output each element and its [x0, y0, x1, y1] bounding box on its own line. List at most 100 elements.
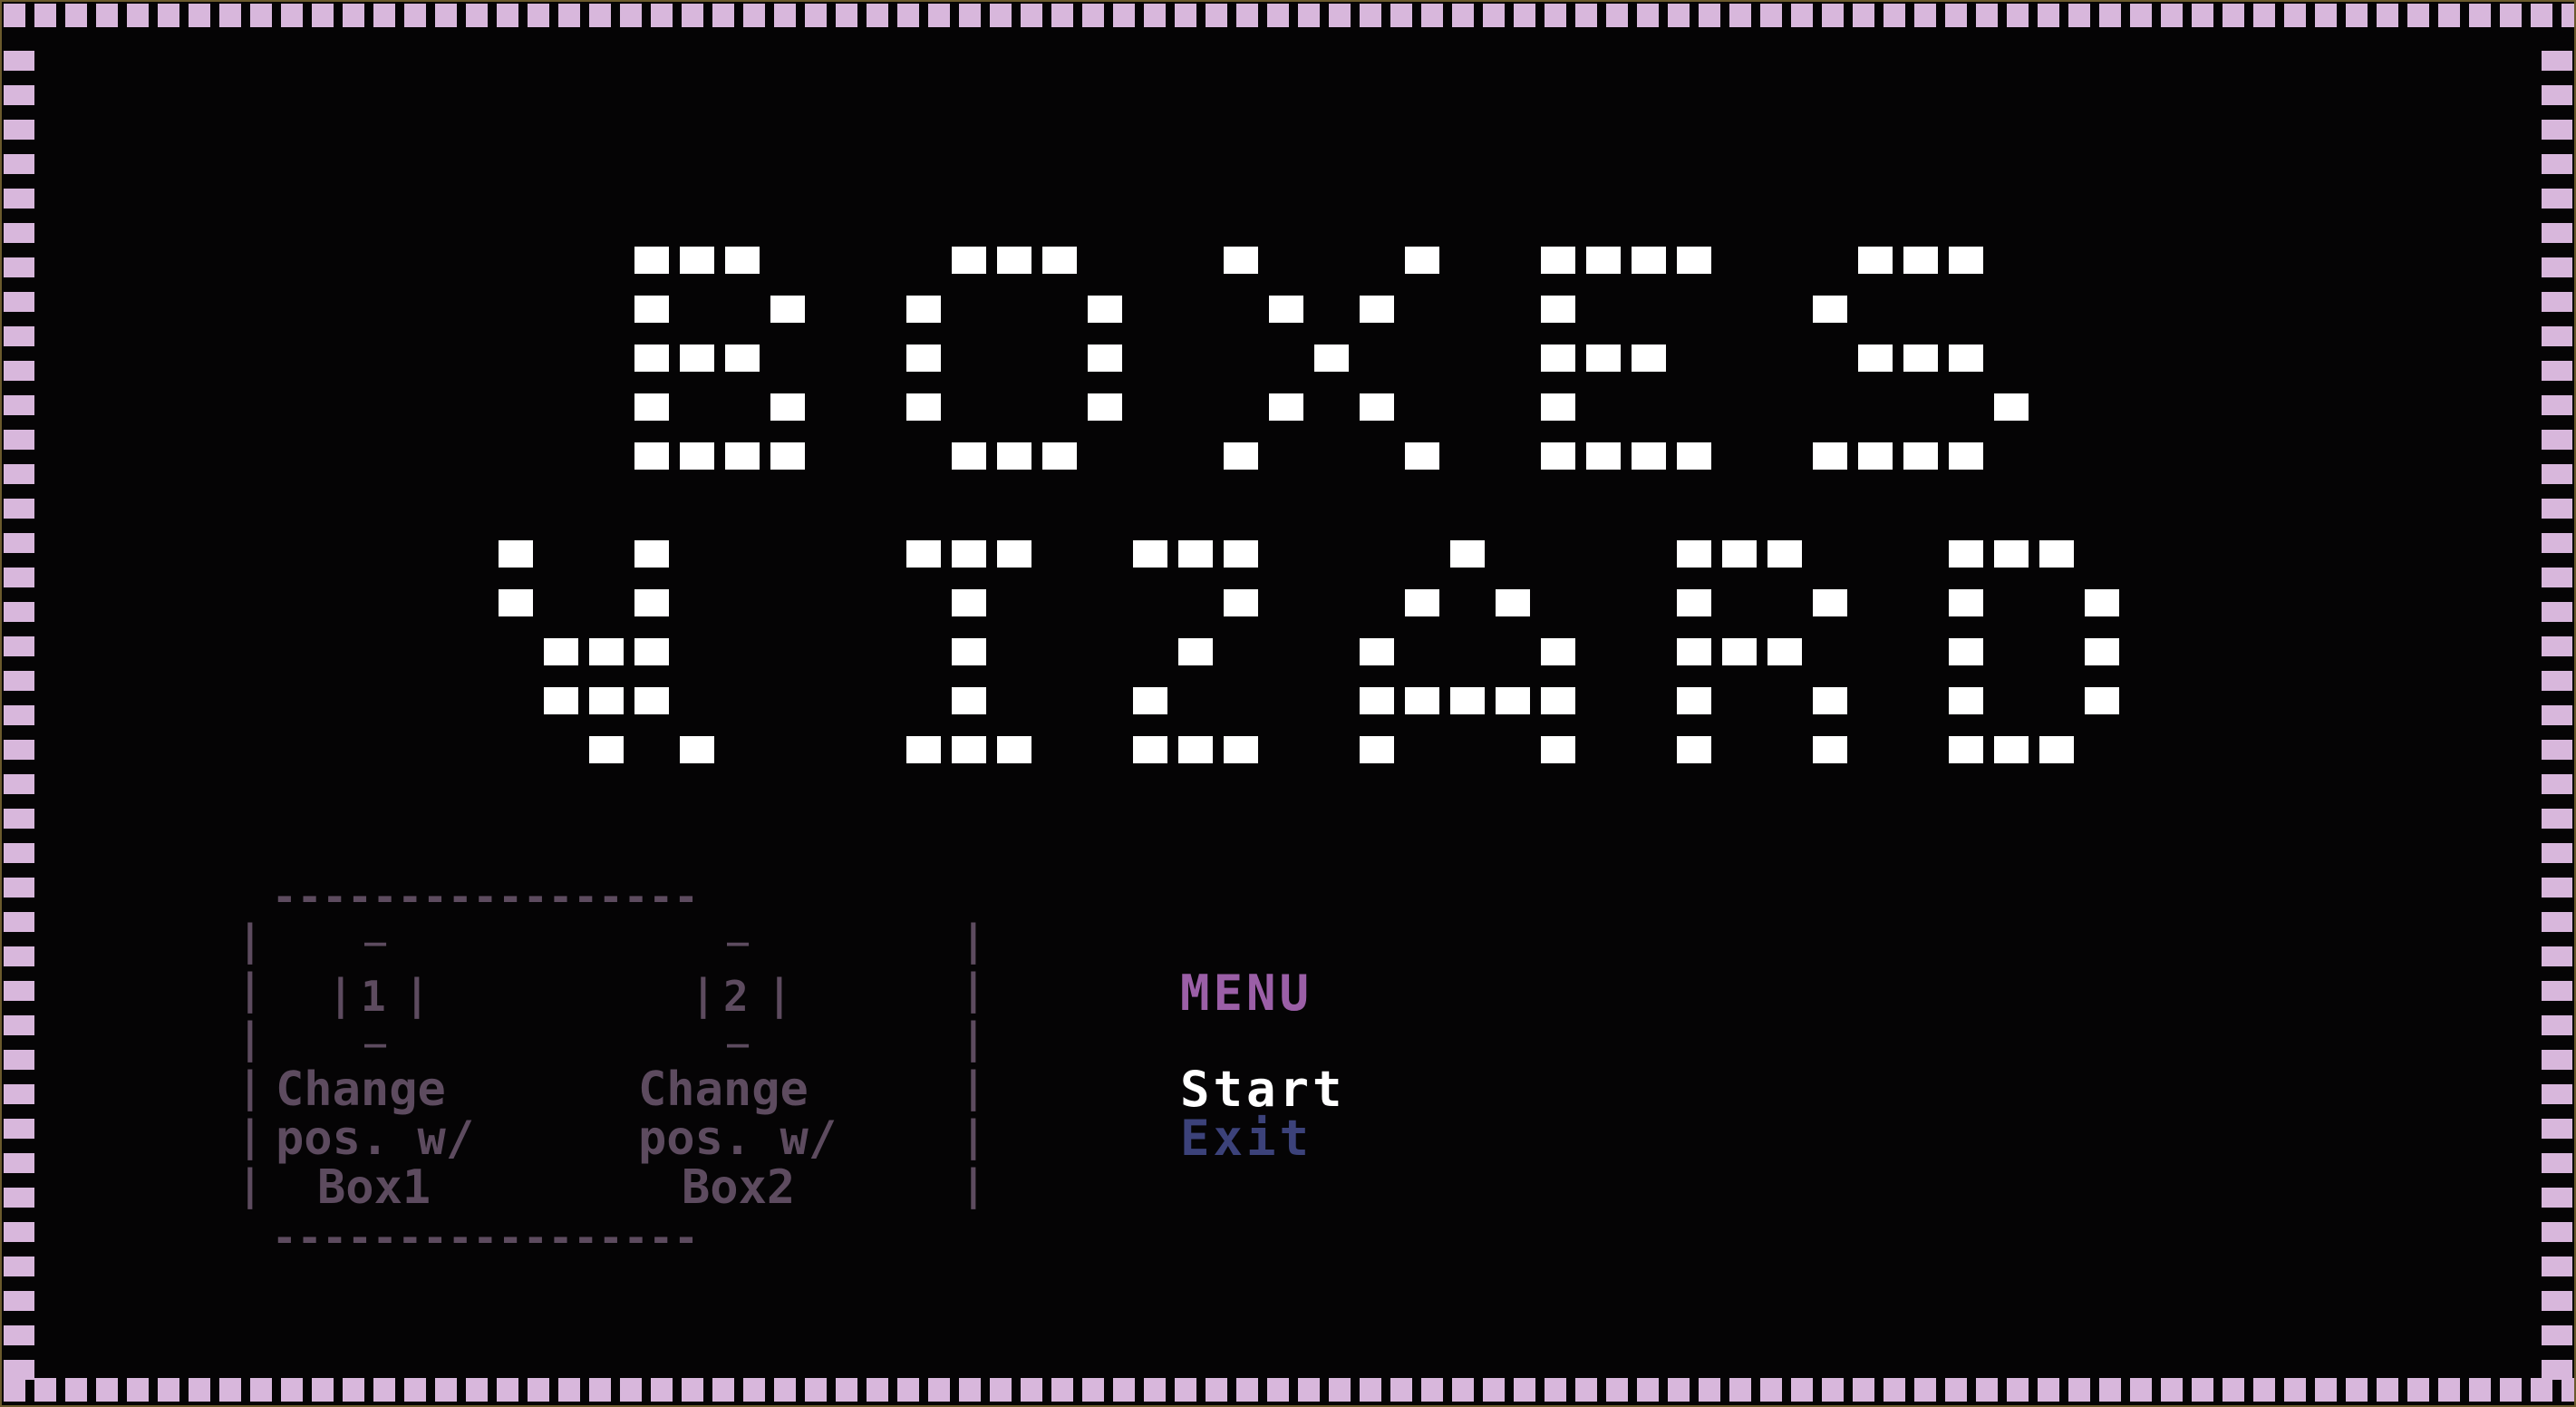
title-pixel [1722, 540, 1757, 568]
title-pixel [1949, 247, 1983, 274]
title-pixel [1088, 344, 1122, 372]
title-pixel [1586, 247, 1621, 274]
title-pixel [997, 247, 1031, 274]
title-pixel [997, 442, 1031, 470]
key2-cap-bottom: _ [727, 1006, 750, 1048]
title-pixel [1450, 540, 1485, 568]
title-pixel [1178, 638, 1213, 665]
title-pixel [1813, 687, 1847, 714]
title-pixel [1360, 687, 1394, 714]
title-pixel [589, 736, 624, 763]
title-pixel [997, 540, 1031, 568]
key1-cap-right: | [404, 970, 430, 1019]
title-pixel [1677, 442, 1711, 470]
key2-desc-line2: pos. w/ [638, 1111, 838, 1166]
title-pixel [1632, 247, 1666, 274]
title-pixel [2085, 687, 2119, 714]
title-pixel [1722, 638, 1757, 665]
title-pixel [544, 638, 578, 665]
title-pixel [499, 589, 533, 616]
key2-desc-line3: Box2 [682, 1160, 796, 1215]
title-pixel [634, 247, 669, 274]
title-pixel [952, 736, 986, 763]
title-pixel [1949, 442, 1983, 470]
title-pixel [770, 393, 805, 421]
title-pixel [2085, 589, 2119, 616]
title-pixel [906, 736, 941, 763]
title-pixel [1360, 638, 1394, 665]
title-pixel [1042, 442, 1077, 470]
title-pixel [1994, 393, 2029, 421]
title-pixel [1858, 247, 1893, 274]
title-pixel [1541, 442, 1575, 470]
key1-cap-left: | [328, 970, 353, 1019]
title-pixel [1405, 247, 1439, 274]
key1-cap-bottom: _ [364, 1006, 387, 1048]
title-pixel [770, 296, 805, 323]
title-pixel [1586, 442, 1621, 470]
game-screen: ----------------- ----------------- | | … [0, 0, 2576, 1407]
title-pixel [1858, 442, 1893, 470]
title-pixel [634, 687, 669, 714]
key1-desc-line1: Change [276, 1063, 446, 1117]
title-pixel [1088, 296, 1122, 323]
key1-desc-line3: Box1 [317, 1160, 431, 1215]
title-pixel [1677, 589, 1711, 616]
key2-cap-top: _ [727, 905, 750, 946]
panel-border-bottom: ----------------- [272, 1213, 699, 1262]
title-pixel [1360, 296, 1394, 323]
title-pixel [1994, 736, 2029, 763]
title-pixel [1949, 638, 1983, 665]
title-pixel [1133, 687, 1167, 714]
title-pixel [906, 296, 941, 323]
title-pixel [680, 344, 714, 372]
title-pixel [1178, 736, 1213, 763]
title-pixel [1903, 247, 1938, 274]
title-pixel [1224, 736, 1258, 763]
title-pixel [1405, 442, 1439, 470]
title-pixel [544, 687, 578, 714]
title-pixel [2039, 540, 2074, 568]
title-pixel [1360, 393, 1394, 421]
title-pixel [1767, 540, 1802, 568]
panel-border-left: | | | | | | [237, 916, 263, 1209]
title-pixel [906, 540, 941, 568]
panel-border-top: ----------------- [272, 872, 699, 921]
title-pixel [1949, 736, 1983, 763]
title-pixel [1088, 393, 1122, 421]
title-pixel [1224, 589, 1258, 616]
title-pixel [634, 589, 669, 616]
title-pixel [1632, 344, 1666, 372]
title-pixel [680, 247, 714, 274]
title-pixel [1042, 247, 1077, 274]
title-pixel [680, 736, 714, 763]
menu-heading: MENU [1180, 965, 1313, 1022]
menu-item-exit[interactable]: Exit [1180, 1110, 1312, 1167]
title-pixel [1450, 687, 1485, 714]
title-pixel [725, 442, 760, 470]
title-pixel [1813, 589, 1847, 616]
title-pixel [1269, 393, 1303, 421]
key2-desc-line1: Change [638, 1063, 809, 1117]
title-pixel [2085, 638, 2119, 665]
title-pixel [499, 540, 533, 568]
title-pixel [1677, 247, 1711, 274]
title-pixel [1541, 736, 1575, 763]
title-pixel [906, 344, 941, 372]
key2-cap-right: | [767, 970, 792, 1019]
title-pixel [1224, 247, 1258, 274]
title-pixel [1224, 442, 1258, 470]
title-pixel [1677, 540, 1711, 568]
title-pixel [1541, 296, 1575, 323]
title-pixel [1496, 687, 1530, 714]
title-pixel [634, 638, 669, 665]
title-pixel [2039, 736, 2074, 763]
title-pixel [1541, 638, 1575, 665]
title-pixel [1496, 589, 1530, 616]
title-pixel [634, 442, 669, 470]
title-pixel [725, 344, 760, 372]
title-pixel [952, 442, 986, 470]
title-pixel [1949, 589, 1983, 616]
title-pixel [1813, 736, 1847, 763]
title-pixel [1858, 344, 1893, 372]
